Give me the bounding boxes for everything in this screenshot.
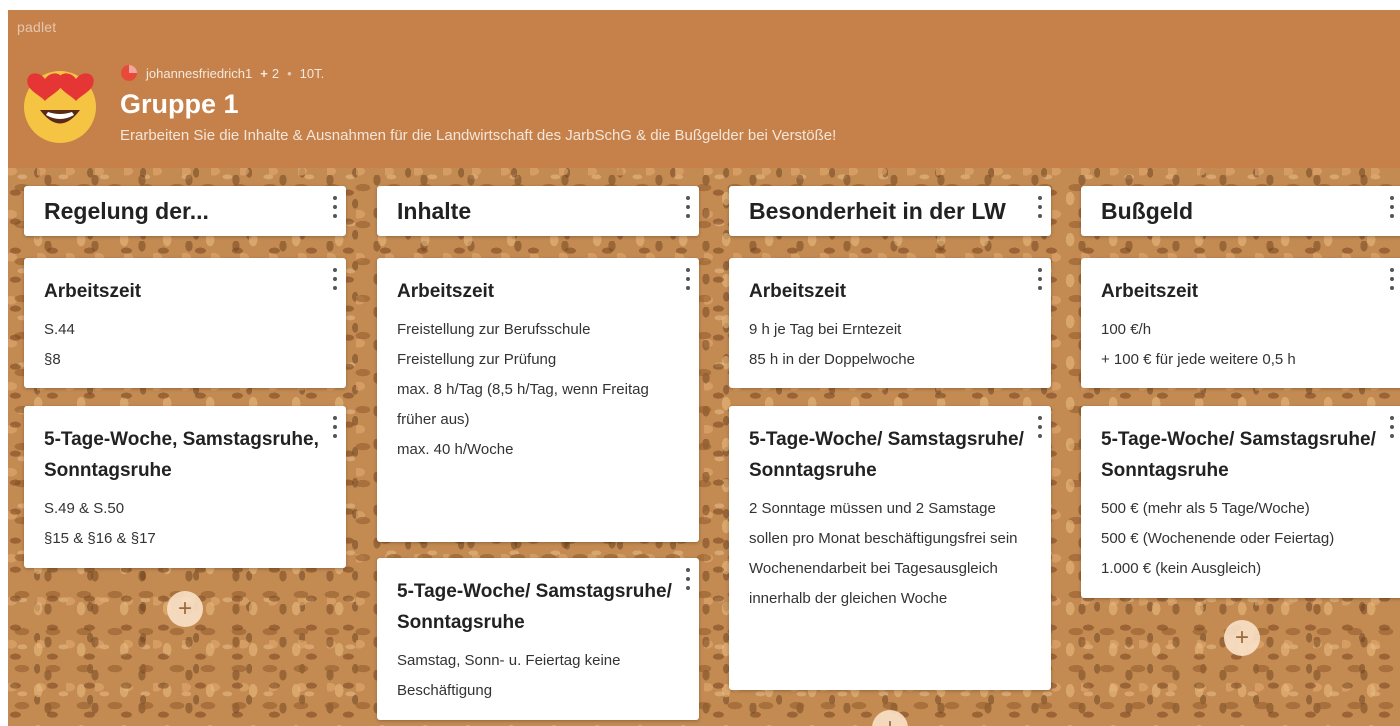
post-body: 9 h je Tag bei Erntezeit 85 h in der Dop…	[749, 315, 1031, 375]
post-body: Freistellung zur Berufsschule Freistellu…	[397, 315, 679, 465]
post-card[interactable]: Arbeitszeit 9 h je Tag bei Erntezeit 85 …	[729, 258, 1051, 388]
padlet-logo[interactable]: padlet	[17, 19, 56, 35]
post-title: 5-Tage-Woche, Samstagsruhe, Sonntagsruhe	[44, 429, 319, 481]
post-title: Arbeitszeit	[397, 281, 495, 302]
board-description: Erarbeiten Sie die Inhalte & Ausnahmen f…	[120, 127, 837, 144]
board-meta: johannesfriedrich1 + 2 • 10T.	[120, 64, 324, 82]
column-title: Regelung der...	[44, 197, 209, 224]
post-body: 500 € (mehr als 5 Tage/Woche) 500 € (Woc…	[1101, 494, 1383, 584]
post-body: Samstag, Sonn- u. Feiertag keine Beschäf…	[397, 646, 679, 706]
post-body: S.44 §8	[44, 315, 326, 375]
post-menu-icon[interactable]	[1389, 416, 1395, 438]
post-line: 100 €/h	[1101, 321, 1152, 338]
post-menu-icon[interactable]	[685, 568, 691, 590]
board-title: Gruppe 1	[120, 89, 239, 119]
column-menu-icon[interactable]	[685, 196, 691, 218]
post-line: S.44	[44, 321, 75, 338]
post-line: 9 h je Tag bei Erntezeit	[749, 321, 902, 338]
post-line: §8	[44, 351, 61, 368]
column-menu-icon[interactable]	[1037, 196, 1043, 218]
post-line: S.49 & S.50	[44, 500, 125, 517]
post-title: Arbeitszeit	[44, 281, 142, 302]
post-line: Freistellung zur Prüfung	[397, 351, 557, 368]
contributors-plus: +	[260, 65, 268, 81]
post-line: Samstag, Sonn- u. Feiertag keine Beschäf…	[397, 652, 621, 699]
post-line: Freistellung zur Berufsschule	[397, 321, 591, 338]
column-menu-icon[interactable]	[1389, 196, 1395, 218]
post-card[interactable]: 5-Tage-Woche/ Samstagsruhe/ Sonntagsruhe…	[1081, 406, 1400, 598]
post-card[interactable]: 5-Tage-Woche/ Samstagsruhe/ Sonntagsruhe…	[377, 558, 699, 720]
post-card[interactable]: Arbeitszeit S.44 §8	[24, 258, 346, 388]
meta-separator: •	[287, 65, 292, 81]
add-post-button[interactable]: +	[872, 710, 908, 726]
column-title: Inhalte	[397, 197, 472, 224]
post-title: 5-Tage-Woche/ Samstagsruhe/ Sonntagsruhe	[1101, 429, 1376, 481]
post-line: 2 Sonntage müssen und 2 Samstage sollen …	[749, 500, 1018, 547]
column-header-regelung[interactable]: Regelung der...	[24, 186, 346, 236]
add-post-button[interactable]: +	[1224, 620, 1260, 656]
post-title: 5-Tage-Woche/ Samstagsruhe/ Sonntagsruhe	[397, 581, 672, 633]
padlet-board: padlet johannesfriedrich1 + 2 • 10T. Gru…	[8, 10, 1400, 726]
post-line: 500 € (Wochenende oder Feiertag)	[1101, 530, 1335, 547]
column-title: Bußgeld	[1101, 197, 1193, 224]
post-line: Wochenendarbeit bei Tagesausgleich inner…	[749, 560, 998, 607]
post-line: max. 8 h/Tag (8,5 h/Tag, wenn Freitag fr…	[397, 381, 649, 428]
post-title: Arbeitszeit	[749, 281, 847, 302]
post-line: 85 h in der Doppelwoche	[749, 351, 915, 368]
post-line: §15 & §16 & §17	[44, 530, 156, 547]
board-header: padlet johannesfriedrich1 + 2 • 10T. Gru…	[8, 10, 1400, 168]
post-card[interactable]: 5-Tage-Woche, Samstagsruhe, Sonntagsruhe…	[24, 406, 346, 568]
post-card[interactable]: 5-Tage-Woche/ Samstagsruhe/ Sonntagsruhe…	[729, 406, 1051, 690]
post-menu-icon[interactable]	[685, 268, 691, 290]
user-avatar-icon[interactable]	[120, 64, 138, 82]
post-line: + 100 € für jede weitere 0,5 h	[1101, 351, 1296, 368]
post-body: 100 €/h + 100 € für jede weitere 0,5 h	[1101, 315, 1383, 375]
post-menu-icon[interactable]	[332, 416, 338, 438]
column-title: Besonderheit in der LW	[749, 197, 1006, 224]
post-card[interactable]: Arbeitszeit Freistellung zur Berufsschul…	[377, 258, 699, 542]
column-header-besonderheit[interactable]: Besonderheit in der LW	[729, 186, 1051, 236]
post-body: 2 Sonntage müssen und 2 Samstage sollen …	[749, 494, 1031, 614]
post-body: S.49 & S.50 §15 & §16 & §17	[44, 494, 326, 554]
post-title: Arbeitszeit	[1101, 281, 1199, 302]
board-age: 10T.	[299, 65, 325, 81]
heart-eyes-emoji-icon	[24, 71, 96, 143]
author-name[interactable]: johannesfriedrich1	[146, 66, 252, 81]
post-card[interactable]: Arbeitszeit 100 €/h + 100 € für jede wei…	[1081, 258, 1400, 388]
contributors-count[interactable]: 2	[272, 66, 279, 81]
column-header-inhalte[interactable]: Inhalte	[377, 186, 699, 236]
post-title: 5-Tage-Woche/ Samstagsruhe/ Sonntagsruhe	[749, 429, 1024, 481]
column-header-bussgeld[interactable]: Bußgeld	[1081, 186, 1400, 236]
post-line: 500 € (mehr als 5 Tage/Woche)	[1101, 500, 1310, 517]
post-line: max. 40 h/Woche	[397, 441, 514, 458]
column-menu-icon[interactable]	[332, 196, 338, 218]
post-menu-icon[interactable]	[1037, 416, 1043, 438]
post-menu-icon[interactable]	[1389, 268, 1395, 290]
post-menu-icon[interactable]	[332, 268, 338, 290]
add-post-button[interactable]: +	[167, 591, 203, 627]
post-menu-icon[interactable]	[1037, 268, 1043, 290]
post-line: 1.000 € (kein Ausgleich)	[1101, 560, 1262, 577]
